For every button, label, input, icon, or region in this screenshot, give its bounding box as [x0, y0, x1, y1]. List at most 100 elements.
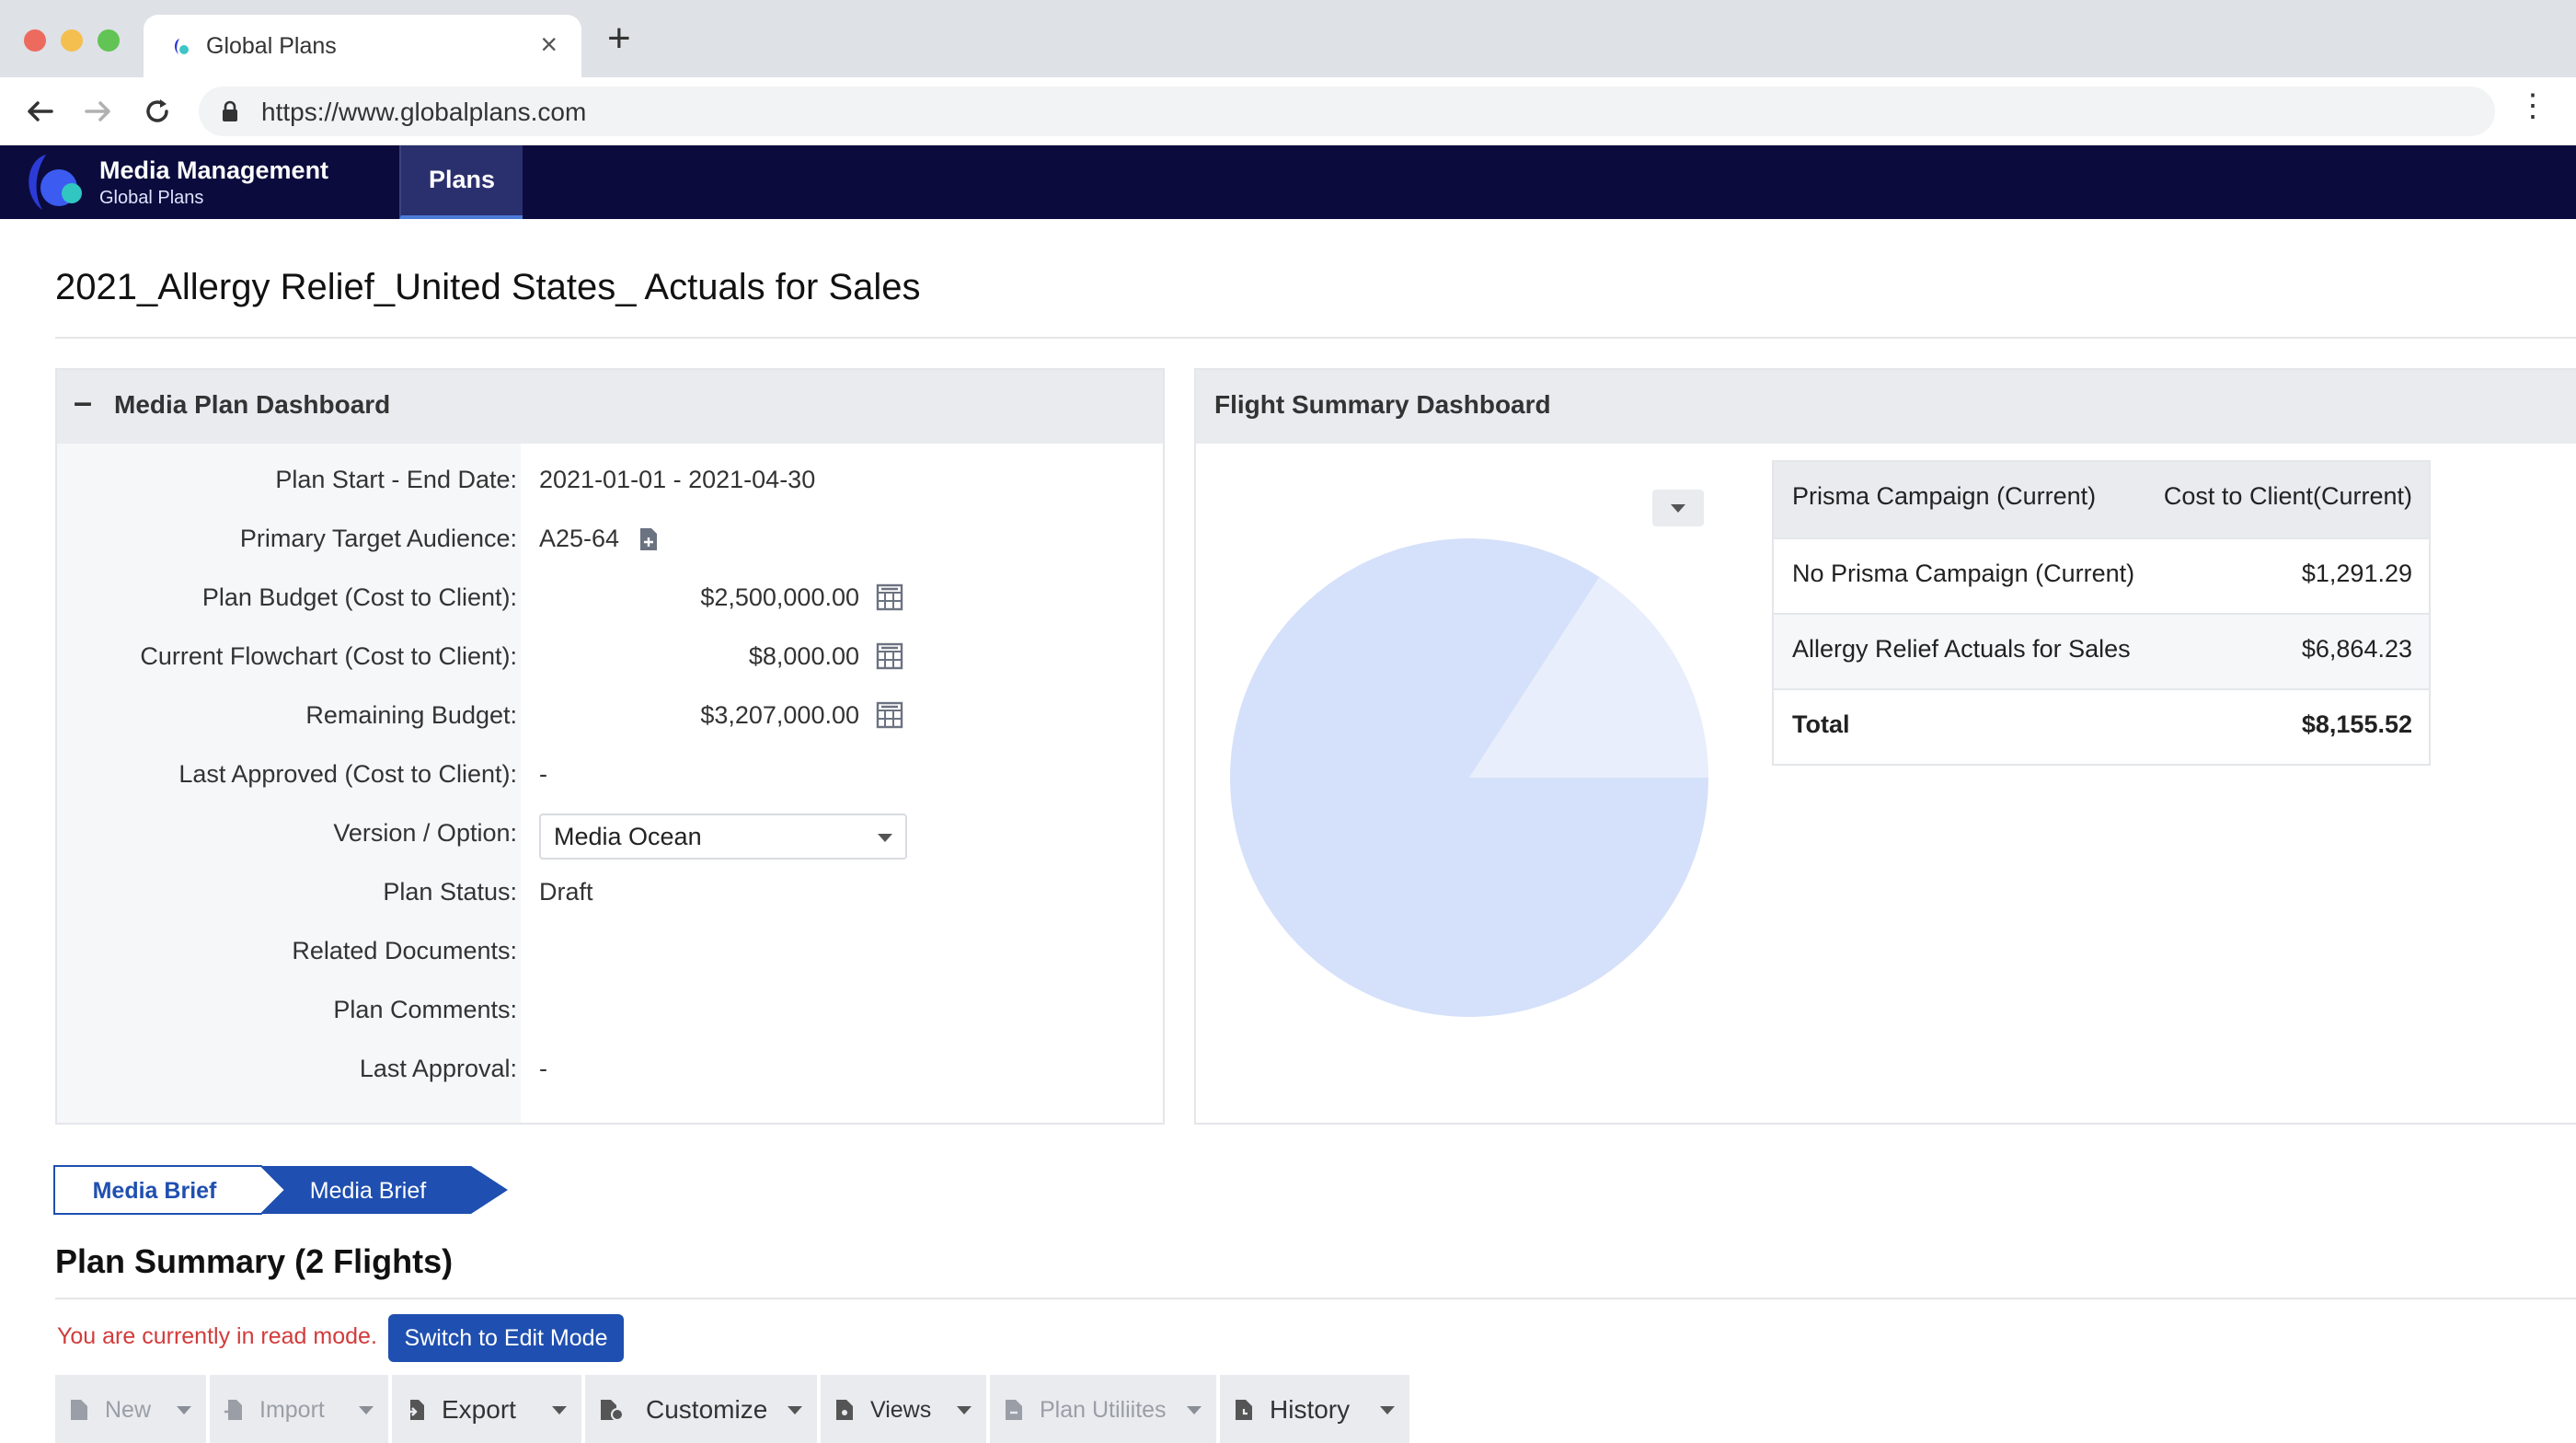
last-approval-value: -: [539, 1055, 547, 1082]
app-logo-icon: [29, 155, 82, 210]
breadcrumb: Media Brief Media Brief: [53, 1165, 508, 1215]
address-bar[interactable]: https://www.globalplans.com: [199, 87, 2495, 136]
calculator-icon[interactable]: [876, 701, 903, 729]
cost-cell: $1,291.29: [2301, 560, 2412, 587]
panel-title: Media Plan Dashboard: [114, 390, 391, 419]
minimize-window-button[interactable]: [61, 29, 83, 52]
pie-chart: [1230, 538, 1708, 1017]
version-option-label: Version / Option:: [333, 819, 517, 847]
back-arrow-icon[interactable]: [24, 96, 55, 127]
caret-down-icon: [359, 1406, 374, 1414]
caret-down-icon: [177, 1406, 191, 1414]
flight-summary-dashboard: Flight Summary Dashboard Prisma Campaign…: [1194, 368, 2576, 1125]
media-plan-dashboard: – Media Plan Dashboard Plan Start - End …: [55, 368, 1165, 1125]
url-text: https://www.globalplans.com: [261, 98, 587, 126]
caret-down-icon: [878, 834, 892, 842]
plan-comments-label: Plan Comments:: [333, 996, 517, 1023]
utilities-icon: [1006, 1400, 1022, 1420]
current-flowchart-value: $8,000.00: [748, 642, 859, 670]
new-tab-icon[interactable]: +: [607, 18, 631, 59]
plan-dates-label: Plan Start - End Date:: [275, 466, 517, 493]
document-add-icon[interactable]: [638, 526, 659, 552]
views-button[interactable]: Views: [821, 1375, 986, 1443]
views-button-label: Views: [870, 1397, 932, 1423]
caret-down-icon: [1671, 504, 1685, 513]
campaign-cell: Allergy Relief Actuals for Sales: [1792, 635, 2131, 663]
version-option-value: Media Ocean: [554, 823, 702, 850]
switch-to-edit-mode-button[interactable]: Switch to Edit Mode: [388, 1314, 624, 1362]
browser-tab-bar: Global Plans × +: [0, 0, 2576, 77]
chart-options-dropdown[interactable]: [1652, 490, 1704, 526]
views-icon: [836, 1400, 853, 1420]
last-approved-label: Last Approved (Cost to Client):: [178, 760, 517, 788]
forward-arrow-icon[interactable]: [83, 96, 114, 127]
caret-down-icon: [552, 1406, 567, 1414]
breadcrumb-label: Media Brief: [310, 1178, 426, 1204]
import-icon: [224, 1400, 242, 1420]
caret-down-icon: [788, 1406, 802, 1414]
browser-toolbar: https://www.globalplans.com ⋮: [0, 77, 2576, 145]
column-header: Cost to Client(Current): [2163, 482, 2412, 510]
breadcrumb-step-media-brief-active[interactable]: Media Brief: [261, 1166, 508, 1214]
plan-budget-label: Plan Budget (Cost to Client):: [201, 583, 517, 611]
new-button[interactable]: New: [55, 1375, 206, 1443]
import-button[interactable]: Import: [210, 1375, 388, 1443]
target-audience-label: Primary Target Audience:: [239, 525, 517, 552]
browser-menu-icon[interactable]: ⋮: [2517, 90, 2548, 121]
nav-tab-label: Plans: [428, 166, 496, 193]
total-value: $8,155.52: [2301, 710, 2412, 738]
plan-utilities-button-label: Plan Utiliites: [1040, 1397, 1167, 1423]
reload-icon[interactable]: [142, 96, 173, 127]
collapse-icon[interactable]: –: [74, 383, 92, 421]
plan-summary-title: Plan Summary (2 Flights): [55, 1242, 454, 1280]
target-audience-value: A25-64: [539, 525, 620, 552]
total-label: Total: [1792, 710, 1850, 738]
close-tab-icon[interactable]: ×: [540, 28, 558, 62]
export-button[interactable]: Export: [392, 1375, 581, 1443]
import-button-label: Import: [259, 1397, 325, 1423]
plan-status-value: Draft: [539, 878, 593, 906]
calculator-icon[interactable]: [876, 583, 903, 611]
panel-header: – Media Plan Dashboard: [57, 370, 1163, 444]
last-approved-value: -: [539, 760, 547, 788]
export-button-label: Export: [442, 1395, 516, 1424]
close-window-button[interactable]: [24, 29, 46, 52]
related-documents-label: Related Documents:: [292, 937, 517, 964]
caret-down-icon: [1380, 1406, 1395, 1414]
customize-button[interactable]: Customize: [585, 1375, 817, 1443]
divider: [55, 1298, 2576, 1299]
last-approval-label: Last Approval:: [359, 1055, 517, 1082]
current-flowchart-label: Current Flowchart (Cost to Client):: [140, 642, 517, 670]
nav-tab-plans[interactable]: Plans: [399, 145, 523, 219]
plan-status-label: Plan Status:: [383, 878, 517, 906]
app-header: Media Management Global Plans Plans: [0, 145, 2576, 219]
table-row: Allergy Relief Actuals for Sales $6,864.…: [1774, 613, 2429, 688]
export-icon: [407, 1400, 424, 1420]
flight-summary-table: Prisma Campaign (Current) Cost to Client…: [1772, 460, 2431, 766]
customize-icon: [601, 1400, 624, 1421]
history-button-label: History: [1270, 1395, 1351, 1424]
breadcrumb-label: Media Brief: [93, 1178, 217, 1204]
document-icon: [71, 1400, 87, 1420]
divider: [55, 337, 2576, 339]
tab-title: Global Plans: [206, 33, 337, 59]
version-option-select[interactable]: Media Ocean: [539, 814, 907, 860]
remaining-budget-label: Remaining Budget:: [305, 701, 517, 729]
table-row: No Prisma Campaign (Current) $1,291.29: [1774, 537, 2429, 613]
page-title: 2021_Allergy Relief_United States_ Actua…: [55, 267, 921, 307]
calculator-icon[interactable]: [876, 642, 903, 670]
app-subtitle: Global Plans: [99, 188, 204, 208]
panel-header: Flight Summary Dashboard: [1196, 370, 2576, 444]
breadcrumb-step-media-brief[interactable]: Media Brief: [53, 1165, 287, 1215]
plan-utilities-button[interactable]: Plan Utiliites: [990, 1375, 1216, 1443]
browser-tab[interactable]: Global Plans ×: [144, 15, 581, 77]
history-button[interactable]: History: [1220, 1375, 1409, 1443]
plan-budget-value: $2,500,000.00: [700, 583, 859, 611]
lock-icon: [223, 100, 237, 121]
maximize-window-button[interactable]: [98, 29, 120, 52]
app-title: Media Management: [99, 156, 329, 184]
panel-title: Flight Summary Dashboard: [1214, 390, 1551, 419]
table-total-row: Total $8,155.52: [1774, 688, 2429, 764]
cost-cell: $6,864.23: [2301, 635, 2412, 663]
history-icon: [1236, 1400, 1252, 1420]
